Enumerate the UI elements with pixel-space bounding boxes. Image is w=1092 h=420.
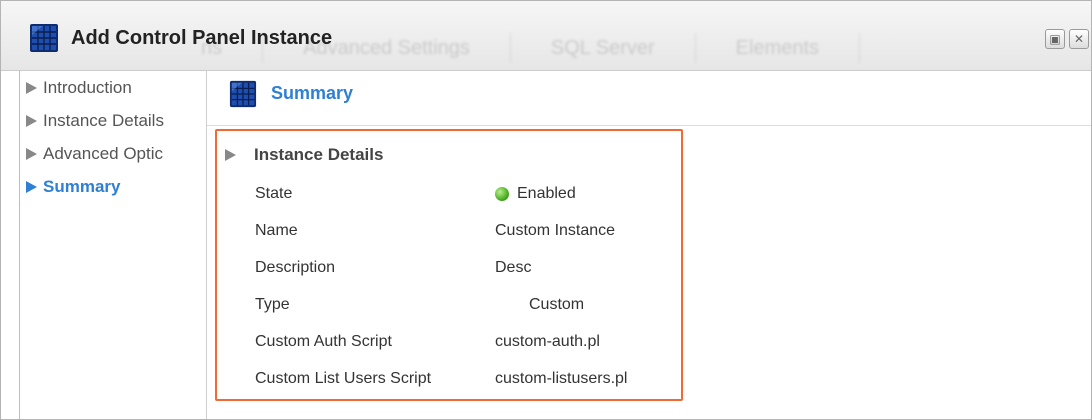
detail-label: State — [255, 184, 293, 202]
window-title: Add Control Panel Instance — [71, 27, 333, 49]
wizard-nav: Introduction Instance Details Advanced O… — [19, 71, 207, 419]
dialog-window: ns Advanced Settings SQL Server Elements… — [0, 0, 1092, 420]
detail-value: Custom Instance — [495, 221, 616, 239]
triangle-right-icon — [26, 81, 37, 94]
nav-item-summary[interactable]: Summary — [20, 170, 206, 203]
close-button[interactable]: ✕ — [1069, 29, 1089, 49]
detail-label: Custom Auth Script — [255, 332, 392, 350]
nav-item-label: Instance Details — [43, 110, 164, 130]
triangle-right-icon — [225, 149, 236, 161]
detail-value: Enabled — [495, 185, 576, 203]
status-text: Enabled — [517, 184, 576, 202]
solar-panel-icon — [229, 80, 257, 108]
nav-item-label: Introduction — [43, 77, 132, 97]
details-list: State Enabled Name Custom Instance Descr… — [255, 175, 675, 397]
detail-row-state: State Enabled — [255, 175, 675, 212]
detail-row-description: Description Desc — [255, 249, 675, 286]
section-title: Instance Details — [254, 145, 384, 164]
triangle-right-icon — [26, 147, 37, 160]
detail-row-type: Type Custom — [255, 286, 675, 323]
detail-label: Type — [255, 295, 290, 313]
detail-label: Custom List Users Script — [255, 369, 432, 387]
detail-label: Name — [255, 221, 298, 239]
nav-item-advanced-options[interactable]: Advanced Optic — [20, 137, 206, 170]
solar-panel-icon — [30, 24, 58, 52]
detail-row-list-users-script: Custom List Users Script custom-listuser… — [255, 360, 675, 397]
nav-item-introduction[interactable]: Introduction — [20, 71, 206, 104]
section-header[interactable]: Instance Details — [225, 145, 383, 165]
instance-details-panel: Instance Details State Enabled Name Cust… — [215, 129, 683, 401]
nav-item-instance-details[interactable]: Instance Details — [20, 104, 206, 137]
detail-row-auth-script: Custom Auth Script custom-auth.pl — [255, 323, 675, 360]
content-header: Summary — [207, 71, 1091, 126]
background-toolbar-item: SQL Server — [550, 36, 655, 59]
background-toolbar-item: Elements — [735, 36, 820, 59]
detail-value: Custom — [529, 295, 585, 313]
nav-item-label: Advanced Optic — [43, 143, 164, 163]
title-bar[interactable]: ns Advanced Settings SQL Server Elements… — [1, 1, 1091, 71]
green-dot-icon — [495, 186, 509, 201]
triangle-right-icon — [26, 114, 37, 127]
triangle-right-icon — [26, 180, 37, 193]
content-area: Summary Instance Details State Enabled N… — [207, 71, 1091, 419]
close-icon: ✕ — [1073, 32, 1085, 46]
restore-button[interactable]: ▣ — [1045, 29, 1065, 49]
nav-item-label: Summary — [43, 176, 121, 196]
detail-label: Description — [255, 258, 336, 276]
detail-value: custom-auth.pl — [495, 332, 600, 350]
detail-value: custom-listusers.pl — [495, 369, 628, 387]
detail-row-name: Name Custom Instance — [255, 212, 675, 249]
page-title: Summary — [271, 83, 354, 103]
detail-value: Desc — [495, 258, 532, 276]
restore-icon: ▣ — [1049, 32, 1061, 46]
